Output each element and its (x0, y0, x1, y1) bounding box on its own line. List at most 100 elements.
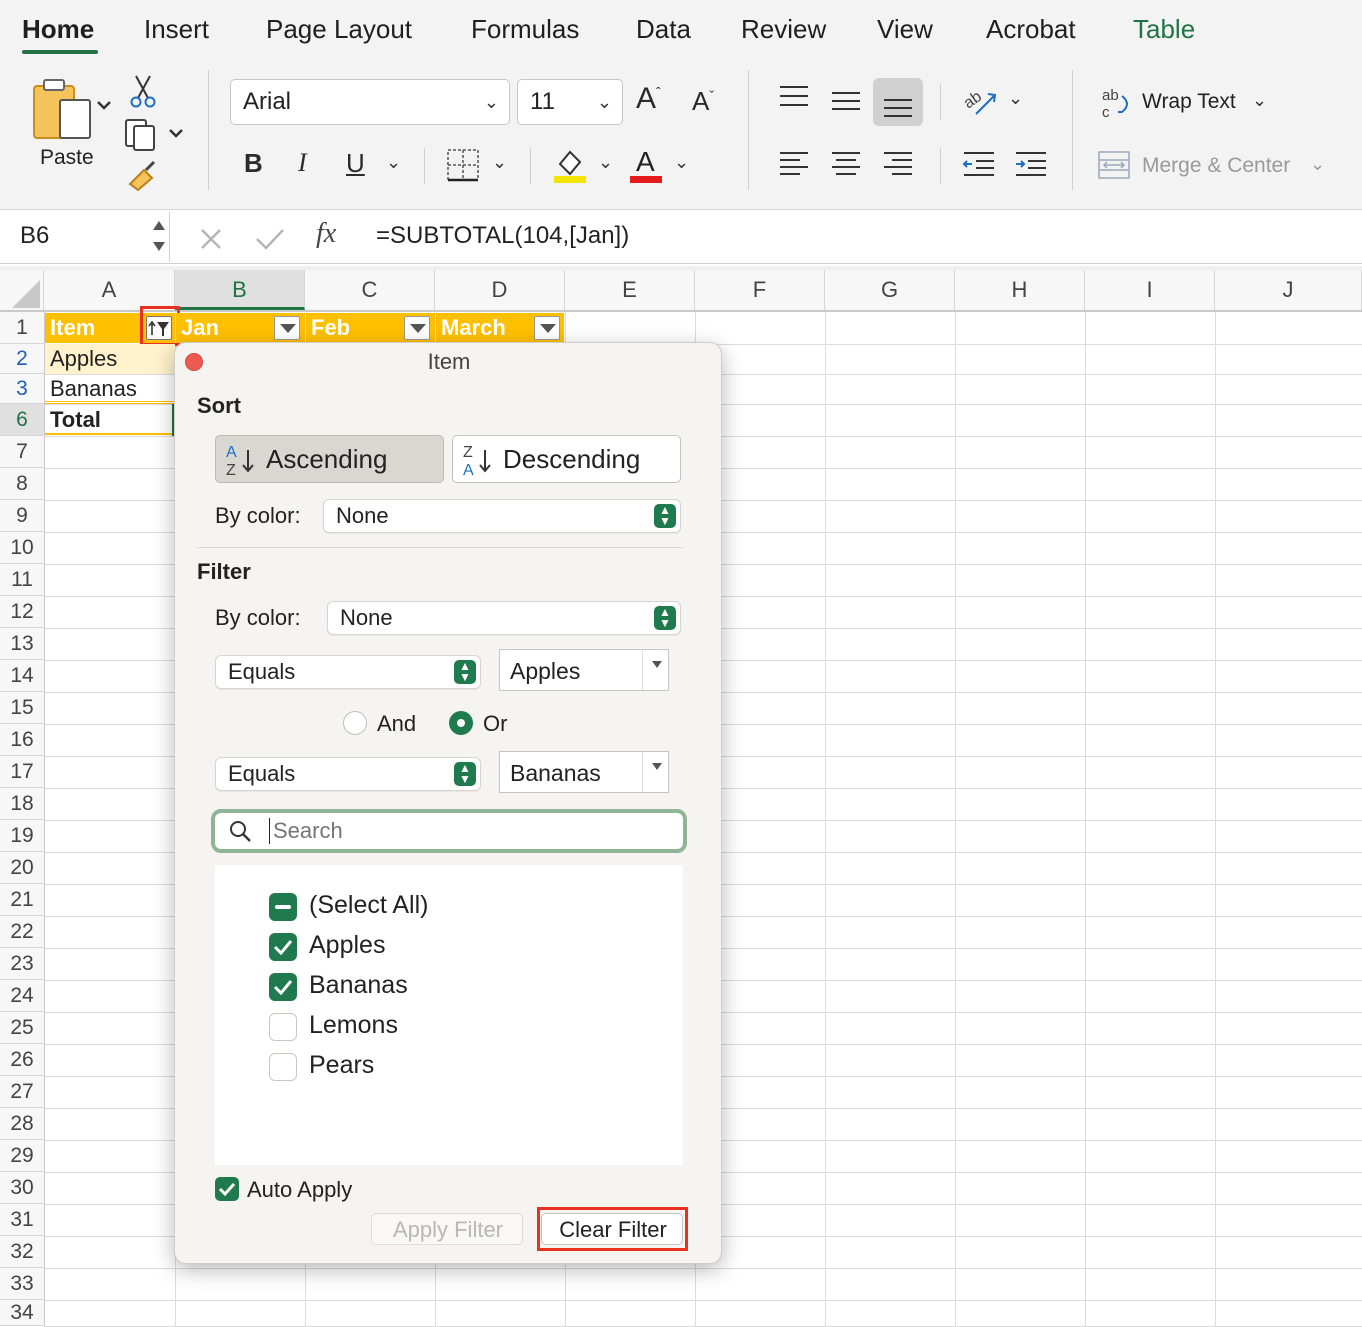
insert-function-icon[interactable]: fx (316, 218, 336, 250)
align-left-icon[interactable] (778, 150, 810, 178)
font-name-dropdown[interactable]: Arial ⌄ (230, 79, 510, 125)
tab-review[interactable]: Review (741, 14, 826, 45)
bold-icon[interactable]: B (244, 148, 263, 179)
sort-descending-button[interactable]: Z A Descending (452, 435, 681, 483)
row-header[interactable]: 28 (0, 1108, 44, 1140)
merge-center-button[interactable]: Merge & Center ⌄ (1098, 148, 1338, 188)
row-header[interactable]: 1 (0, 312, 44, 344)
checkbox-unchecked-icon[interactable] (269, 1013, 297, 1041)
feb-filter-button[interactable] (404, 316, 430, 340)
row-header[interactable]: 10 (0, 532, 44, 564)
row-header[interactable]: 7 (0, 436, 44, 468)
column-header-g[interactable]: G (825, 270, 955, 310)
paste-button[interactable] (30, 78, 116, 144)
italic-icon[interactable]: I (298, 148, 307, 178)
or-radio[interactable] (449, 711, 473, 735)
tab-table[interactable]: Table (1133, 14, 1195, 45)
list-item-pears[interactable]: Pears (215, 1047, 683, 1087)
chevron-down-icon[interactable]: ⌄ (1008, 88, 1023, 109)
row-header[interactable]: 14 (0, 660, 44, 692)
row-header[interactable]: 8 (0, 468, 44, 500)
chevron-down-icon[interactable]: ⌄ (492, 152, 507, 173)
list-item-lemons[interactable]: Lemons (215, 1007, 683, 1047)
row-header[interactable]: 27 (0, 1076, 44, 1108)
tab-view[interactable]: View (877, 14, 933, 45)
decrease-font-size-icon[interactable]: Aˇ (692, 86, 714, 117)
cell-a2[interactable]: Apples (45, 344, 175, 374)
row-header[interactable]: 6 (0, 404, 44, 436)
orientation-icon[interactable]: ab (962, 84, 998, 118)
jan-filter-button[interactable] (274, 316, 300, 340)
column-header-d[interactable]: D (435, 270, 565, 310)
font-size-dropdown[interactable]: 11 ⌄ (517, 79, 623, 125)
checkbox-checked-icon[interactable] (269, 973, 297, 1001)
row-header[interactable]: 33 (0, 1268, 44, 1300)
name-box-stepper-icon[interactable] (150, 216, 168, 256)
wrap-text-button[interactable]: ab c Wrap Text ⌄ (1100, 84, 1280, 124)
filter-by-color-select[interactable]: None ▲ ▼ (327, 601, 681, 635)
cut-icon[interactable] (128, 74, 158, 108)
align-center-icon[interactable] (830, 150, 862, 178)
list-item-bananas[interactable]: Bananas (215, 967, 683, 1007)
row-header[interactable]: 11 (0, 564, 44, 596)
checkbox-checked-icon[interactable] (269, 933, 297, 961)
column-header-f[interactable]: F (695, 270, 825, 310)
copy-icon[interactable] (124, 116, 188, 152)
sort-ascending-button[interactable]: A Z Ascending (215, 435, 444, 483)
tab-page-layout[interactable]: Page Layout (266, 14, 412, 45)
and-radio[interactable] (343, 711, 367, 735)
condition1-value-combobox[interactable]: Apples (499, 649, 669, 691)
chevron-down-icon[interactable]: ⌄ (598, 152, 613, 173)
row-header[interactable]: 13 (0, 628, 44, 660)
fill-color-icon[interactable] (552, 146, 588, 184)
row-header[interactable]: 29 (0, 1140, 44, 1172)
apply-filter-button[interactable]: Apply Filter (371, 1213, 523, 1245)
chevron-down-icon[interactable]: ⌄ (386, 152, 401, 173)
condition2-operator-select[interactable]: Equals ▲ ▼ (215, 757, 481, 791)
row-header[interactable]: 25 (0, 1012, 44, 1044)
row-header[interactable]: 2 (0, 344, 44, 374)
row-header[interactable]: 15 (0, 692, 44, 724)
row-header[interactable]: 32 (0, 1236, 44, 1268)
row-header[interactable]: 16 (0, 724, 44, 756)
row-header[interactable]: 17 (0, 756, 44, 788)
row-header[interactable]: 24 (0, 980, 44, 1012)
formula-input[interactable]: =SUBTOTAL(104,[Jan]) (376, 222, 629, 250)
row-header[interactable]: 3 (0, 374, 44, 404)
condition2-value-combobox[interactable]: Bananas (499, 751, 669, 793)
column-header-h[interactable]: H (955, 270, 1085, 310)
row-header[interactable]: 18 (0, 788, 44, 820)
combobox-arrow-button[interactable] (642, 650, 668, 690)
cancel-formula-icon[interactable] (198, 226, 224, 252)
list-item-apples[interactable]: Apples (215, 927, 683, 967)
row-header[interactable]: 19 (0, 820, 44, 852)
checkbox-unchecked-icon[interactable] (269, 1053, 297, 1081)
list-item-select-all[interactable]: (Select All) (215, 887, 683, 927)
march-filter-button[interactable] (534, 316, 560, 340)
row-header[interactable]: 20 (0, 852, 44, 884)
row-header[interactable]: 21 (0, 884, 44, 916)
decrease-indent-icon[interactable] (962, 150, 996, 178)
borders-icon[interactable] (446, 148, 480, 182)
tab-home[interactable]: Home (22, 14, 94, 45)
align-middle-icon[interactable] (830, 88, 862, 114)
search-input[interactable] (271, 816, 671, 846)
tab-data[interactable]: Data (636, 14, 691, 45)
align-bottom-button[interactable] (873, 78, 923, 126)
column-header-c[interactable]: C (305, 270, 435, 310)
align-right-icon[interactable] (882, 150, 914, 178)
column-header-j[interactable]: J (1215, 270, 1362, 310)
chevron-down-icon[interactable]: ⌄ (674, 152, 689, 173)
tab-acrobat[interactable]: Acrobat (986, 14, 1076, 45)
cell-a6[interactable]: Total (45, 405, 173, 435)
column-header-i[interactable]: I (1085, 270, 1215, 310)
column-header-a[interactable]: A (44, 270, 175, 310)
search-field[interactable] (211, 809, 687, 853)
row-header[interactable]: 26 (0, 1044, 44, 1076)
auto-apply-checkbox[interactable] (215, 1177, 239, 1201)
increase-font-size-icon[interactable]: Aˆ (636, 82, 661, 116)
checkbox-mixed-icon[interactable] (269, 893, 297, 921)
column-header-b[interactable]: B (175, 270, 305, 310)
column-header-e[interactable]: E (565, 270, 695, 310)
font-color-icon[interactable]: A (630, 146, 664, 184)
